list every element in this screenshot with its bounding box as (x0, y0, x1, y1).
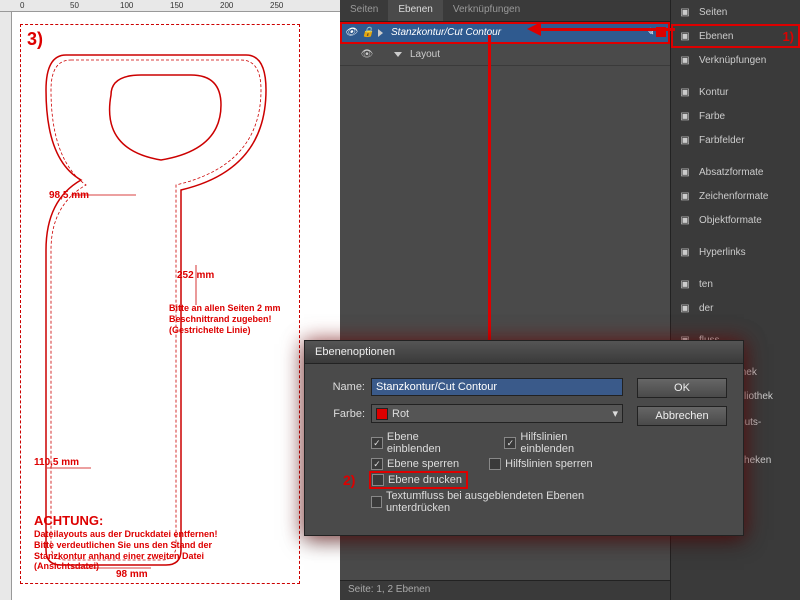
checkbox-lock-layer[interactable] (371, 458, 383, 470)
dim-left: 110,5 mm (34, 457, 79, 468)
visibility-icon[interactable]: 👁 (360, 48, 374, 62)
layers-icon: ▣ (677, 28, 693, 44)
expand-icon[interactable] (378, 29, 383, 37)
side-item-label: ten (699, 279, 713, 290)
color-select[interactable]: Rot ▾ (371, 404, 623, 423)
cancel-button[interactable]: Abbrechen (637, 406, 727, 426)
checkbox-lock-guides[interactable] (489, 458, 501, 470)
checkbox-show-guides[interactable] (504, 437, 516, 449)
side-item-label: der (699, 303, 713, 314)
color-label: Farbe: (321, 408, 365, 420)
warning-text: Dateilayouts aus der Druckdatei entferne… (34, 529, 264, 572)
layer-row-layout[interactable]: 👁 Layout (340, 44, 670, 66)
side-item-verkn-pfungen[interactable]: ▣ Verknüpfungen (671, 48, 800, 72)
lock-icon[interactable]: 🔒 (361, 26, 375, 40)
side-item-zeichenformate[interactable]: ▣ Zeichenformate (671, 184, 800, 208)
step-1-label: 1) (782, 29, 794, 44)
side-item-hyperlinks[interactable]: ▣ Hyperlinks (671, 240, 800, 264)
dim-bottom: 98 mm (116, 569, 148, 580)
horizontal-ruler: 0 50 100 150 200 250 (0, 0, 340, 12)
panel-tabs: Seiten Ebenen Verknüpfungen (340, 0, 670, 22)
layer-name: Layout (406, 49, 666, 60)
side-item-label: Zeichenformate (699, 191, 768, 202)
side-item-ten[interactable]: ▣ ten (671, 272, 800, 296)
layer-options-dialog: Ebenenoptionen Name: Farbe: Rot ▾ Ebene … (304, 340, 744, 536)
dim-mid: 252 mm (177, 270, 214, 281)
tab-pages[interactable]: Seiten (340, 0, 388, 21)
checkbox-show-layer[interactable] (371, 437, 383, 449)
side-item-label: Farbfelder (699, 135, 745, 146)
side-item-label: Absatzformate (699, 167, 763, 178)
tab-links[interactable]: Verknüpfungen (443, 0, 530, 21)
side-item-label: Seiten (699, 7, 727, 18)
lock-slot[interactable] (377, 48, 391, 62)
color-swatch (376, 408, 388, 420)
step-2-label: 2) (343, 472, 355, 488)
dialog-title: Ebenenoptionen (305, 341, 743, 364)
warning-title: ACHTUNG: (34, 513, 103, 528)
side-item-der[interactable]: ▣ der (671, 296, 800, 320)
links-icon: ▣ (677, 52, 693, 68)
side-item-seiten[interactable]: ▣ Seiten (671, 0, 800, 24)
hyperlinks-icon: ▣ (677, 244, 693, 260)
side-item-absatzformate[interactable]: ▣ Absatzformate (671, 160, 800, 184)
layer-row-cutcontour[interactable]: 👁 🔒 Stanzkontur/Cut Contour ✎ (340, 22, 670, 44)
generic-icon: ▣ (677, 276, 693, 292)
document-area: 0 50 100 150 200 250 3) 98,5 mm 252 mm B… (0, 0, 340, 600)
side-item-ebenen[interactable]: ▣ Ebenen 1) (671, 24, 800, 48)
annotation-arrow (488, 35, 491, 345)
annotation-arrow (540, 28, 675, 31)
bleed-note: Bitte an allen Seiten 2 mm Beschnittrand… (169, 303, 281, 335)
die-cut-template: 3) 98,5 mm 252 mm Bitte an allen Seiten … (20, 24, 300, 584)
swatches-icon: ▣ (677, 132, 693, 148)
stroke-icon: ▣ (677, 84, 693, 100)
pages-icon: ▣ (677, 4, 693, 20)
ok-button[interactable]: OK (637, 378, 727, 398)
panel-footer: Seite: 1, 2 Ebenen (340, 580, 670, 600)
layer-name-input[interactable] (371, 378, 623, 396)
step-3-label: 3) (27, 29, 43, 50)
dropdown-icon: ▾ (612, 407, 618, 420)
side-item-objektformate[interactable]: ▣ Objektformate (671, 208, 800, 232)
vertical-ruler (0, 12, 12, 600)
side-item-kontur[interactable]: ▣ Kontur (671, 80, 800, 104)
para-styles-icon: ▣ (677, 164, 693, 180)
color-icon: ▣ (677, 108, 693, 124)
tab-layers[interactable]: Ebenen (388, 0, 442, 21)
side-item-farbfelder[interactable]: ▣ Farbfelder (671, 128, 800, 152)
canvas[interactable]: 3) 98,5 mm 252 mm Bitte an allen Seiten … (12, 12, 340, 600)
side-item-label: Kontur (699, 87, 728, 98)
obj-styles-icon: ▣ (677, 212, 693, 228)
side-item-label: Farbe (699, 111, 725, 122)
dim-top: 98,5 mm (49, 190, 89, 201)
arrow-head (527, 22, 541, 36)
side-item-label: Ebenen (699, 31, 733, 42)
checkbox-textwrap[interactable] (371, 496, 382, 508)
expand-icon[interactable] (394, 52, 402, 57)
side-item-label: Objektformate (699, 215, 762, 226)
checkbox-print-layer[interactable] (372, 474, 384, 486)
visibility-icon[interactable]: 👁 (344, 26, 358, 40)
char-styles-icon: ▣ (677, 188, 693, 204)
side-item-farbe[interactable]: ▣ Farbe (671, 104, 800, 128)
side-item-label: Hyperlinks (699, 247, 746, 258)
name-label: Name: (321, 381, 365, 393)
generic-icon: ▣ (677, 300, 693, 316)
side-item-label: Verknüpfungen (699, 55, 766, 66)
